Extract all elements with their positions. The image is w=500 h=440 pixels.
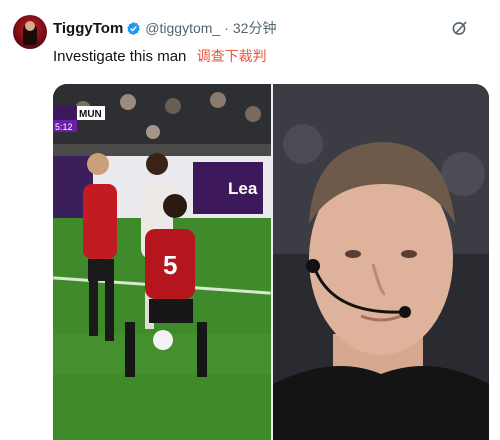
match-photo[interactable]: Lea 5 MUN 5:12: [53, 84, 271, 440]
grok-slash-icon[interactable]: [452, 20, 468, 36]
author-handle[interactable]: @tiggytom_: [145, 20, 220, 36]
advert-board-text: Lea: [228, 179, 258, 198]
tweet-media[interactable]: Lea 5 MUN 5:12: [53, 84, 489, 440]
header-separator: ·: [224, 20, 229, 36]
tweet-text: Investigate this man: [53, 48, 187, 65]
tweet-translation: 调查下裁判: [196, 49, 267, 65]
tweet-time[interactable]: 32分钟: [233, 18, 277, 38]
author-name[interactable]: TiggyTom: [53, 20, 123, 37]
avatar-face: [25, 21, 35, 31]
verified-badge-icon: [127, 21, 141, 35]
score-time: 5:12: [55, 122, 73, 132]
score-team: MUN: [79, 109, 102, 120]
tweet-avatar[interactable]: [13, 15, 47, 49]
player-number: 5: [163, 250, 177, 280]
tweet-text-row: Investigate this man 调查下裁判: [53, 46, 267, 66]
tweet-header: TiggyTom @tiggytom_ · 32分钟: [53, 18, 276, 38]
referee-photo[interactable]: [273, 84, 489, 440]
